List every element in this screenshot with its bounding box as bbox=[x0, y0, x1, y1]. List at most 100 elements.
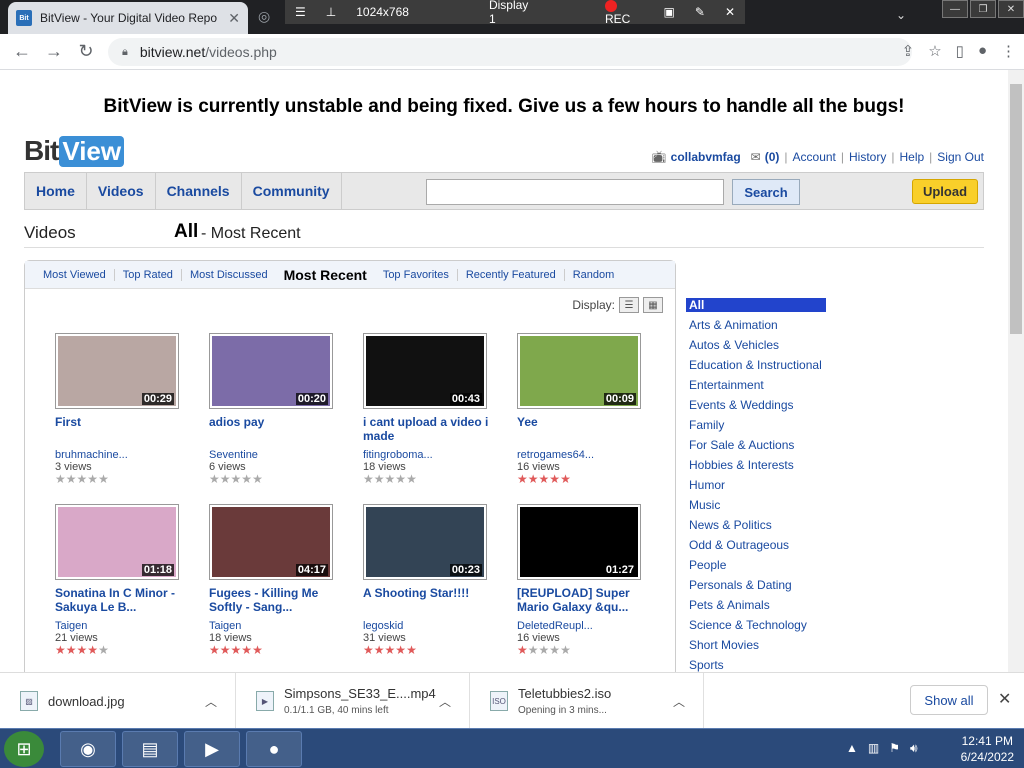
grid-view-icon[interactable]: ▦ bbox=[643, 297, 663, 313]
nav-home[interactable]: Home bbox=[25, 173, 87, 209]
pen-icon[interactable]: ✎ bbox=[695, 5, 705, 19]
flag-icon[interactable]: ⚑ bbox=[889, 741, 900, 756]
mail-icon[interactable]: ✉ bbox=[751, 150, 761, 164]
video-uploader-link[interactable]: Taigen bbox=[55, 620, 205, 632]
video-uploader-link[interactable]: Taigen bbox=[209, 620, 359, 632]
video-title-link[interactable]: Fugees - Killing Me Softly - Sang... bbox=[209, 586, 339, 616]
menu-icon[interactable]: ☰ bbox=[295, 5, 306, 19]
video-thumbnail[interactable]: 00:29 bbox=[55, 333, 179, 409]
pin-icon[interactable]: ⊥ bbox=[326, 5, 336, 19]
video-thumbnail[interactable]: 00:23 bbox=[363, 504, 487, 580]
video-thumbnail[interactable]: 01:18 bbox=[55, 504, 179, 580]
tray-expand-icon[interactable]: ▲ bbox=[846, 741, 858, 756]
download-item[interactable]: ISO Teletubbies2.iso Opening in 3 mins...… bbox=[470, 673, 704, 729]
video-uploader-link[interactable]: fitingroboma... bbox=[363, 449, 513, 461]
taskbar-explorer-icon[interactable]: ▤ bbox=[122, 731, 178, 767]
bitview-logo[interactable]: Bit View bbox=[24, 134, 125, 168]
rec-button[interactable]: REC bbox=[604, 0, 644, 26]
video-title-link[interactable]: First bbox=[55, 415, 185, 445]
video-uploader-link[interactable]: bruhmachine... bbox=[55, 449, 205, 461]
video-uploader-link[interactable]: retrogames64... bbox=[517, 449, 667, 461]
category-item[interactable]: Entertainment bbox=[686, 375, 826, 395]
chevron-up-icon[interactable]: ︿ bbox=[673, 693, 685, 710]
upload-button[interactable]: Upload bbox=[912, 179, 978, 204]
message-count[interactable]: (0) bbox=[765, 150, 780, 164]
search-input[interactable] bbox=[426, 179, 724, 205]
chrome-menu-icon[interactable]: ⋮ bbox=[1001, 42, 1016, 60]
tab-most-discussed[interactable]: Most Discussed bbox=[182, 269, 276, 281]
category-item[interactable]: Sports bbox=[686, 655, 826, 672]
category-item[interactable]: People bbox=[686, 555, 826, 575]
nav-videos[interactable]: Videos bbox=[87, 173, 156, 209]
video-uploader-link[interactable]: DeletedReupl... bbox=[517, 620, 667, 632]
category-item[interactable]: Personals & Dating bbox=[686, 575, 826, 595]
recorder-close-icon[interactable]: ✕ bbox=[725, 5, 735, 19]
sign-out-link[interactable]: Sign Out bbox=[937, 150, 984, 164]
category-item[interactable]: For Sale & Auctions bbox=[686, 435, 826, 455]
tab-recently-featured[interactable]: Recently Featured bbox=[458, 268, 565, 281]
video-title-link[interactable]: Sonatina In C Minor - Sakuya Le B... bbox=[55, 586, 185, 616]
nav-channels[interactable]: Channels bbox=[156, 173, 242, 209]
video-title-link[interactable]: adios pay bbox=[209, 415, 339, 445]
tab-top-rated[interactable]: Top Rated bbox=[115, 268, 182, 281]
video-thumbnail[interactable]: 00:09 bbox=[517, 333, 641, 409]
video-title-link[interactable]: A Shooting Star!!!! bbox=[363, 586, 493, 616]
category-item[interactable]: Music bbox=[686, 495, 826, 515]
category-item[interactable]: Science & Technology bbox=[686, 615, 826, 635]
share-icon[interactable]: ⇪ bbox=[902, 42, 915, 60]
account-link[interactable]: Account bbox=[793, 150, 836, 164]
video-uploader-link[interactable]: Seventine bbox=[209, 449, 359, 461]
tab-search-chevron-icon[interactable]: ⌄ bbox=[896, 8, 906, 22]
taskbar-media-player-icon[interactable]: ▶ bbox=[184, 731, 240, 767]
side-panel-icon[interactable]: ▯ bbox=[956, 42, 964, 60]
scrollbar-thumb[interactable] bbox=[1010, 84, 1022, 334]
video-title-link[interactable]: i cant upload a video i made bbox=[363, 415, 493, 445]
chevron-up-icon[interactable]: ︿ bbox=[205, 693, 217, 710]
page-scrollbar[interactable] bbox=[1008, 70, 1024, 672]
url-field[interactable]: 🔒︎ bitview.net/videos.php bbox=[108, 38, 912, 66]
video-title-link[interactable]: Yee bbox=[517, 415, 647, 445]
video-thumbnail[interactable]: 00:20 bbox=[209, 333, 333, 409]
tab-top-favorites[interactable]: Top Favorites bbox=[375, 268, 458, 281]
category-item[interactable]: Events & Weddings bbox=[686, 395, 826, 415]
taskbar-chrome-icon[interactable]: ◉ bbox=[60, 731, 116, 767]
show-all-button[interactable]: Show all bbox=[910, 685, 988, 715]
tab-most-recent[interactable]: Most Recent bbox=[276, 267, 375, 283]
tab-most-viewed[interactable]: Most Viewed bbox=[35, 268, 115, 281]
category-item[interactable]: Education & Instructional bbox=[686, 355, 826, 375]
category-item[interactable]: Pets & Animals bbox=[686, 595, 826, 615]
video-thumbnail[interactable]: 04:17 bbox=[209, 504, 333, 580]
video-thumbnail[interactable]: 00:43 bbox=[363, 333, 487, 409]
video-thumbnail[interactable]: 01:27 bbox=[517, 504, 641, 580]
tab-close-icon[interactable]: ✕ bbox=[228, 10, 240, 27]
category-item[interactable]: Humor bbox=[686, 475, 826, 495]
video-uploader-link[interactable]: legoskid bbox=[363, 620, 513, 632]
profile-avatar-icon[interactable]: ● bbox=[978, 42, 987, 60]
camera-icon[interactable]: ▣ bbox=[664, 5, 675, 19]
chevron-up-icon[interactable]: ︿ bbox=[439, 693, 451, 710]
help-link[interactable]: Help bbox=[899, 150, 924, 164]
minimize-button[interactable]: — bbox=[942, 0, 968, 18]
category-item[interactable]: News & Politics bbox=[686, 515, 826, 535]
forward-arrow-icon[interactable]: → bbox=[38, 41, 70, 62]
close-button[interactable]: ✕ bbox=[998, 0, 1024, 18]
back-arrow-icon[interactable]: ← bbox=[6, 41, 38, 62]
category-item[interactable]: Odd & Outrageous bbox=[686, 535, 826, 555]
username-link[interactable]: collabvmfag bbox=[671, 150, 741, 164]
download-item[interactable]: ▶ Simpsons_SE33_E....mp4 0.1/1.1 GB, 40 m… bbox=[236, 673, 470, 729]
download-item[interactable]: ▨ download.jpg ︿ bbox=[0, 673, 236, 729]
reload-icon[interactable]: ↻ bbox=[70, 41, 102, 62]
video-title-link[interactable]: [REUPLOAD] Super Mario Galaxy &qu... bbox=[517, 586, 647, 616]
taskbar-recorder-icon[interactable]: ● bbox=[246, 731, 302, 767]
nav-community[interactable]: Community bbox=[242, 173, 342, 209]
browser-tab[interactable]: Bit BitView - Your Digital Video Repo ✕ bbox=[8, 2, 248, 34]
category-item[interactable]: Arts & Animation bbox=[686, 315, 826, 335]
category-item[interactable]: Autos & Vehicles bbox=[686, 335, 826, 355]
tab-random[interactable]: Random bbox=[565, 269, 623, 281]
search-button[interactable]: Search bbox=[732, 179, 800, 205]
list-view-icon[interactable]: ☰ bbox=[619, 297, 639, 313]
category-item[interactable]: Short Movies bbox=[686, 635, 826, 655]
network-icon[interactable]: ▥ bbox=[868, 741, 879, 756]
close-downloads-icon[interactable]: ✕ bbox=[998, 689, 1011, 709]
bookmark-star-icon[interactable]: ☆ bbox=[928, 42, 941, 60]
